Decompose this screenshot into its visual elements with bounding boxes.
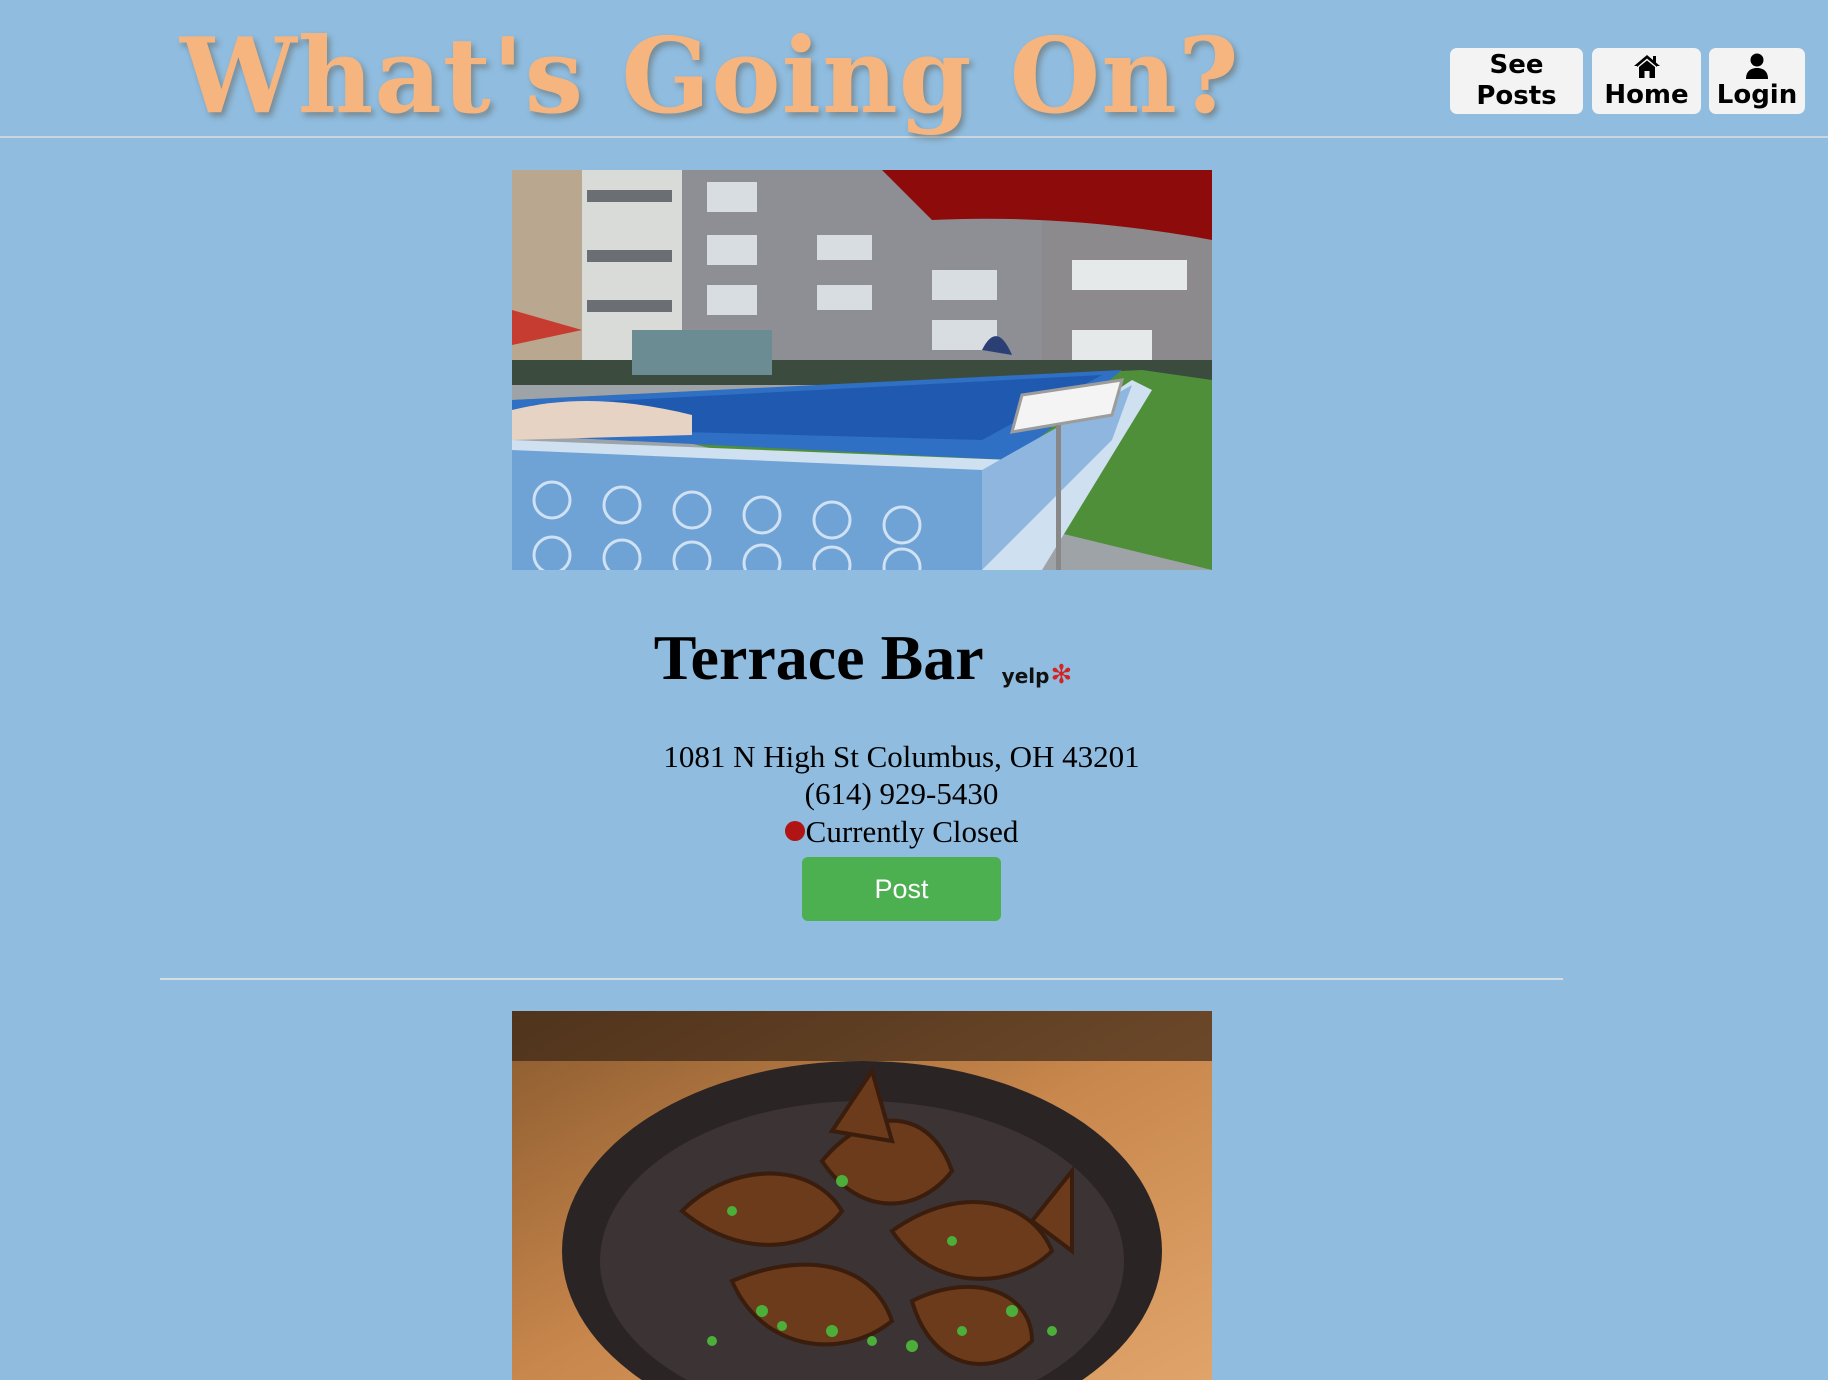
venue-address: 1081 N High St Columbus, OH 43201 (663, 739, 1140, 774)
yelp-label: yelp (1001, 664, 1050, 689)
venue-info: 1081 N High St Columbus, OH 43201 (614) … (0, 738, 1803, 850)
status-text: Currently Closed (805, 813, 1019, 849)
post-button[interactable]: Post (802, 857, 1001, 921)
venue-name-row: Terrace Bar yelp ✻ (0, 620, 1726, 696)
yelp-link[interactable]: yelp ✻ (1002, 660, 1073, 690)
login-button[interactable]: Login (1709, 48, 1805, 114)
yelp-burst-icon: ✻ (1050, 660, 1073, 691)
site-header: What's Going On? See Posts Home Login (0, 0, 1828, 138)
venue-name: Terrace Bar (653, 622, 984, 693)
see-posts-button[interactable]: See Posts (1450, 48, 1583, 114)
home-icon (1633, 54, 1660, 78)
venue-status: Currently Closed (784, 813, 1019, 850)
home-button[interactable]: Home (1592, 48, 1701, 114)
login-label: Login (1716, 79, 1798, 110)
listing-divider (160, 978, 1563, 980)
site-title: What's Going On? (180, 14, 1240, 137)
venue-photo (512, 170, 1212, 570)
home-label: Home (1604, 79, 1689, 110)
see-posts-label-line2: Posts (1476, 81, 1557, 111)
see-posts-label-line1: See (1489, 50, 1544, 80)
status-dot-icon (784, 821, 805, 841)
user-icon (1746, 53, 1768, 79)
venue-phone: (614) 929-5430 (804, 776, 999, 811)
venue-photo-2 (512, 1011, 1212, 1380)
